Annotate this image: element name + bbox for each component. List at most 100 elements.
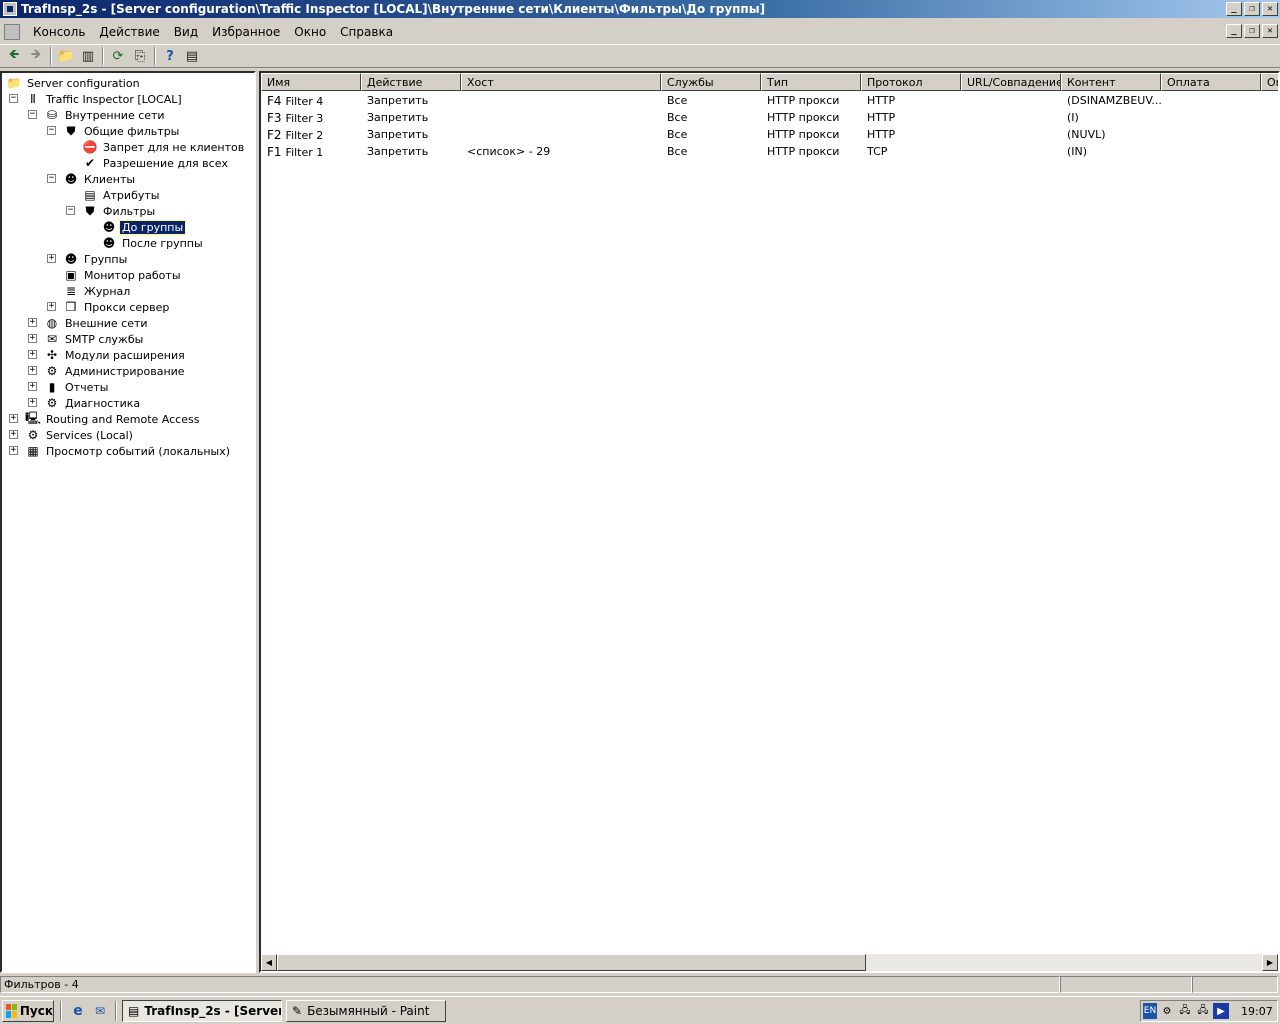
attributes-icon: ▤ (84, 188, 96, 202)
tree-item-label: Администрирование (65, 364, 185, 378)
tree-item-routing-remote-access[interactable]: + 🖳 Routing and Remote Access (9, 410, 201, 427)
show-tree-icon[interactable]: ▥ (77, 46, 99, 66)
tree-item-work-monitor[interactable]: ▣ Монитор работы (63, 267, 183, 283)
list-header: Имя Действие Хост Службы Тип Протокол URL/Совп… (261, 73, 1278, 91)
up-level-icon[interactable]: 📁 (55, 46, 77, 66)
task-paint[interactable]: ✎ Безымянный - Paint (286, 999, 446, 1022)
forward-icon[interactable]: 🡺 (25, 46, 47, 66)
tray-network-icon[interactable]: 🖧 (1177, 1003, 1193, 1019)
horizontal-scrollbar[interactable]: ◀ ▶ (261, 954, 1278, 971)
outlook-express-icon[interactable]: ✉ (91, 1002, 109, 1020)
expand-icon[interactable]: + (9, 430, 18, 439)
column-header[interactable]: Контент (1061, 73, 1161, 91)
tree-item-proxy-server[interactable]: + ❒ Прокси сервер (47, 299, 171, 315)
tree-item-before-group[interactable]: ☻ До группы (101, 219, 187, 235)
cell-content: (IN) (1067, 145, 1088, 158)
mdi-close-button[interactable]: ✕ (1262, 24, 1278, 38)
tree-item-common-filters[interactable]: − ⛊ Общие фильтры (47, 123, 181, 139)
menu-favorites[interactable]: Избранное (205, 23, 287, 41)
expand-icon[interactable]: + (9, 446, 18, 455)
tree-item-external-networks[interactable]: + ◍ Внешние сети (28, 315, 150, 331)
expand-icon[interactable]: + (28, 318, 37, 327)
task-trafinsp[interactable]: ▤ TrafInsp_2s - [Server... (122, 999, 282, 1022)
tree-item-after-group[interactable]: ☻ После группы (101, 235, 205, 251)
column-header[interactable]: Протокол (861, 73, 961, 91)
tree-item-deny-non-clients[interactable]: ⛔ Запрет для не клиентов (82, 139, 246, 155)
cell-content: (DSINAMZBEUV... (1067, 94, 1161, 107)
minimize-button[interactable]: _ (1226, 2, 1242, 16)
console-tree[interactable]: 📁 Server configuration − Ⅱ Traffic Inspector… (0, 71, 256, 973)
cell-protocol: HTTP (867, 94, 896, 107)
menu-view[interactable]: Вид (167, 23, 205, 41)
help-icon[interactable]: ? (159, 46, 181, 66)
cell-content: (I) (1067, 111, 1079, 124)
scroll-thumb[interactable] (277, 954, 866, 971)
column-header[interactable]: URL/Совпадение (961, 73, 1061, 91)
action-pane-icon[interactable]: ▤ (181, 46, 203, 66)
tree-item-reports[interactable]: + ▮ Отчеты (28, 379, 110, 395)
tree-item-groups[interactable]: + ☻ Группы (47, 251, 129, 267)
expand-icon[interactable]: + (28, 382, 37, 391)
menu-window[interactable]: Окно (287, 23, 333, 41)
expand-icon[interactable]: + (47, 254, 56, 263)
tree-item-clients[interactable]: − ☻ Клиенты (47, 171, 137, 187)
table-row[interactable]: F1 Filter 1 Запретить <список> - 29 Все HTTP … (261, 143, 1278, 160)
column-header[interactable]: Тип (761, 73, 861, 91)
tree-item-internal-networks[interactable]: − ⛁ Внутренние сети (28, 107, 167, 123)
language-indicator[interactable]: EN (1143, 1003, 1157, 1019)
internet-explorer-icon[interactable]: e (69, 1002, 87, 1020)
close-button[interactable]: ✕ (1262, 2, 1278, 16)
tree-item-server-configuration[interactable]: 📁 Server configuration (6, 75, 142, 91)
restore-button[interactable]: ❐ (1244, 2, 1260, 16)
collapse-icon[interactable]: − (47, 174, 56, 183)
collapse-icon[interactable]: − (66, 206, 75, 215)
scroll-left-icon[interactable]: ◀ (261, 954, 277, 971)
collapse-icon[interactable]: − (9, 94, 18, 103)
collapse-icon[interactable]: − (28, 110, 37, 119)
menu-console[interactable]: Консоль (26, 23, 92, 41)
table-row[interactable]: F4 Filter 4 Запретить Все HTTP прокси HTTP (DS… (261, 92, 1278, 109)
tray-media-icon[interactable]: ▶ (1213, 1003, 1229, 1019)
tree-item-traffic-inspector[interactable]: − Ⅱ Traffic Inspector [LOCAL] (9, 91, 184, 107)
tree-item-journal[interactable]: ≣ Журнал (63, 283, 132, 299)
tree-item-attributes[interactable]: ▤ Атрибуты (82, 187, 161, 203)
tree-item-filters[interactable]: − ⛊ Фильтры (66, 203, 157, 219)
expand-icon[interactable]: + (9, 414, 18, 423)
console-doc-icon[interactable] (4, 24, 20, 40)
back-icon[interactable]: 🡸 (3, 46, 25, 66)
tree-item-event-viewer[interactable]: + ▦ Просмотр событий (локальных) (9, 443, 232, 459)
export-list-icon[interactable]: ⎘ (129, 46, 151, 66)
tree-item-administration[interactable]: + ⚙ Администрирование (28, 363, 187, 379)
scroll-right-icon[interactable]: ▶ (1262, 954, 1278, 971)
collapse-icon[interactable]: − (47, 126, 56, 135)
expand-icon[interactable]: + (28, 398, 37, 407)
column-header[interactable]: Действие (361, 73, 461, 91)
expand-icon[interactable]: + (28, 350, 37, 359)
tree-item-extension-modules[interactable]: + ✣ Модули расширения (28, 347, 187, 363)
start-button[interactable]: Пуск (2, 999, 54, 1022)
toolbar-separator (154, 47, 156, 65)
mdi-restore-button[interactable]: ❐ (1244, 24, 1260, 38)
column-header[interactable]: Имя (261, 73, 361, 91)
table-row[interactable]: F3 Filter 3 Запретить Все HTTP прокси HTTP (I) (261, 109, 1278, 126)
mdi-minimize-button[interactable]: _ (1226, 24, 1242, 38)
tree-item-diagnostics[interactable]: + ⚙ Диагностика (28, 395, 142, 411)
column-header[interactable]: Оплата (1161, 73, 1261, 91)
tray-network-icon-2[interactable]: 🖧 (1195, 1003, 1211, 1019)
menu-action[interactable]: Действие (92, 23, 166, 41)
refresh-icon[interactable]: ⟳ (107, 46, 129, 66)
table-row[interactable]: F2 Filter 2 Запретить Все HTTP прокси HTTP (NU… (261, 126, 1278, 143)
column-header[interactable]: Or (1261, 73, 1278, 91)
tree-item-smtp-services[interactable]: + ✉ SMTP службы (28, 331, 145, 347)
column-header[interactable]: Службы (661, 73, 761, 91)
routing-remote-access-icon: 🖳 (25, 410, 42, 425)
column-header[interactable]: Хост (461, 73, 661, 91)
expand-icon[interactable]: + (28, 334, 37, 343)
tree-item-services-local[interactable]: + ⚙ Services (Local) (9, 427, 135, 443)
expand-icon[interactable]: + (47, 302, 56, 311)
menu-help[interactable]: Справка (333, 23, 400, 41)
tree-item-allow-all[interactable]: ✔ Разрешение для всех (82, 155, 230, 171)
expand-icon[interactable]: + (28, 366, 37, 375)
tray-traffic-inspector-icon[interactable]: ⚙ (1159, 1003, 1175, 1019)
result-list[interactable]: Имя Действие Хост Службы Тип Протокол URL/Совп… (259, 71, 1280, 973)
